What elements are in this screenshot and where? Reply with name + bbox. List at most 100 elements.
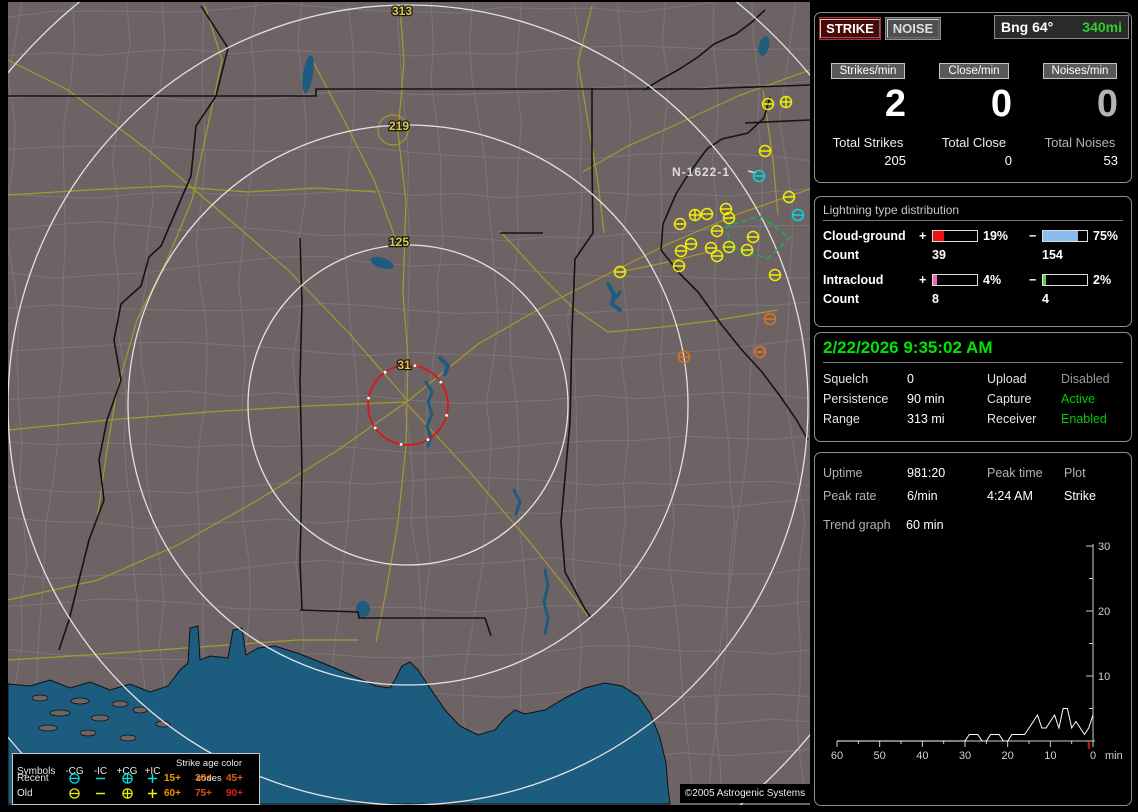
ic-minus-count: 4 bbox=[1042, 292, 1049, 306]
bearing-value: Bng 64° bbox=[1001, 19, 1054, 35]
uptime-label: Uptime bbox=[823, 465, 863, 480]
minus-sign: − bbox=[1029, 229, 1037, 243]
svg-text:0: 0 bbox=[1090, 750, 1096, 762]
cg-plus-bar bbox=[932, 230, 978, 242]
intracloud-row: Intracloud + 4% − 2% bbox=[823, 273, 1123, 287]
peak-rate-value: 6/min bbox=[907, 488, 938, 503]
age-code-60: 60+ bbox=[164, 788, 181, 799]
status-row-persistence: Persistence 90 min Capture Active bbox=[823, 389, 1123, 409]
trend-panel: Uptime 981:20 Peak time Plot Peak rate 6… bbox=[814, 452, 1132, 806]
total-strikes-value: 205 bbox=[884, 153, 906, 168]
strikes-per-min-value: 2 bbox=[884, 83, 906, 125]
storm-cell-label: N-1622-1 bbox=[672, 165, 730, 179]
noise-mode-button[interactable]: NOISE bbox=[885, 17, 941, 40]
cg-plus-count: 39 bbox=[932, 248, 946, 262]
legend-recent-row: Recent 15+ 30+ 45+ bbox=[17, 771, 255, 786]
noise-button-label: NOISE bbox=[886, 19, 940, 38]
ic-plus-bar bbox=[932, 274, 978, 286]
legend-old-label: Old bbox=[17, 788, 33, 799]
trend-graph-label: Trend graph bbox=[823, 518, 891, 532]
noises-per-min-value: 0 bbox=[1096, 83, 1118, 125]
ic-plus-count: 8 bbox=[932, 292, 939, 306]
minus-icon bbox=[88, 786, 113, 801]
ic-minus-pct: 2% bbox=[1093, 273, 1112, 287]
trend-window-row: Trend graph 60 min bbox=[823, 514, 1123, 536]
copyright-notice: ©2005 Astrogenic Systems bbox=[680, 784, 810, 803]
close-per-min-badge: Close/min bbox=[939, 63, 1009, 79]
session-row-2: Peak rate 6/min 4:24 AM Strike bbox=[823, 484, 1123, 507]
lightning-map[interactable]: N-1622-1 313 219 125 31 Symbols -CG -IC +CG… bbox=[8, 2, 810, 805]
counter-panel: STRIKE NOISE Bng 64° 340mi Strikes/min C… bbox=[814, 12, 1132, 183]
intracloud-count-row: Count 8 4 bbox=[823, 292, 1123, 306]
cg-minus-bar bbox=[1042, 230, 1088, 242]
status-row-range: Range 313 mi Receiver Enabled bbox=[823, 409, 1123, 429]
receiver-status: Enabled bbox=[1061, 412, 1107, 426]
svg-text:20: 20 bbox=[1098, 606, 1110, 618]
count-label: Count bbox=[823, 292, 860, 306]
distribution-panel: Lightning type distribution Cloud-ground… bbox=[814, 196, 1132, 327]
circle-minus-icon bbox=[61, 771, 88, 786]
divider bbox=[823, 362, 1123, 363]
svg-text:30: 30 bbox=[1098, 541, 1110, 553]
rate-values-row: 2 0 0 bbox=[815, 83, 1131, 125]
trend-window-value: 60 min bbox=[906, 518, 944, 532]
total-labels-row: Total Strikes Total Close Total Noises bbox=[815, 135, 1131, 150]
circle-plus-icon bbox=[113, 771, 141, 786]
ring-label-125: 125 bbox=[389, 235, 409, 249]
circle-minus-icon bbox=[61, 786, 88, 801]
system-datetime: 2/22/2026 9:35:02 AM bbox=[823, 338, 993, 357]
age-code-15: 15+ bbox=[164, 773, 181, 784]
legend-old-row: Old 60+ 75+ 90+ bbox=[17, 786, 255, 801]
total-close-label: Total Close bbox=[941, 135, 1007, 150]
ring-label-31: 31 bbox=[397, 358, 411, 372]
total-noises-value: 53 bbox=[1103, 153, 1118, 168]
session-row-1: Uptime 981:20 Peak time Plot bbox=[823, 461, 1123, 484]
svg-text:40: 40 bbox=[916, 750, 928, 762]
plot-value: Strike bbox=[1064, 488, 1096, 503]
capture-label: Capture bbox=[987, 392, 1032, 406]
ring-label-313: 313 bbox=[392, 4, 412, 18]
ic-plus-pct: 4% bbox=[983, 273, 1002, 287]
svg-text:10: 10 bbox=[1044, 750, 1056, 762]
cg-plus-strike-icon bbox=[688, 208, 702, 222]
svg-text:10: 10 bbox=[1098, 671, 1110, 683]
upload-label: Upload bbox=[987, 372, 1027, 386]
age-code-90: 90+ bbox=[226, 788, 243, 799]
squelch-value: 0 bbox=[907, 372, 914, 386]
age-code-30: 30+ bbox=[195, 773, 212, 784]
total-noises-label: Total Noises bbox=[1044, 135, 1116, 150]
age-code-75: 75+ bbox=[195, 788, 212, 799]
status-row-squelch: Squelch 0 Upload Disabled bbox=[823, 369, 1123, 389]
plus-sign: + bbox=[919, 229, 927, 243]
map-canvas: N-1622-1 313 219 125 31 bbox=[8, 2, 810, 805]
strikes-per-min-badge: Strikes/min bbox=[830, 63, 906, 79]
persistence-value: 90 min bbox=[907, 392, 945, 406]
cg-minus-pct: 75% bbox=[1093, 229, 1119, 243]
minus-icon bbox=[88, 771, 113, 786]
total-close-value: 0 bbox=[1004, 153, 1012, 168]
cloud-ground-row: Cloud-ground + 19% − 75% bbox=[823, 229, 1123, 243]
svg-text:60: 60 bbox=[831, 750, 843, 762]
squelch-label: Squelch bbox=[823, 372, 869, 386]
legend-recent-label: Recent bbox=[17, 773, 49, 784]
svg-text:50: 50 bbox=[874, 750, 886, 762]
count-label: Count bbox=[823, 248, 860, 262]
capture-status: Active bbox=[1061, 392, 1096, 406]
strike-mode-button[interactable]: STRIKE bbox=[819, 17, 881, 40]
symbol-legend: Symbols -CG -IC +CG +IC Strike age color… bbox=[12, 753, 260, 805]
svg-text:30: 30 bbox=[959, 750, 971, 762]
uptime-value: 981:20 bbox=[907, 465, 946, 480]
plus-icon bbox=[141, 771, 164, 786]
noises-per-min-badge: Noises/min bbox=[1042, 63, 1118, 79]
cg-plus-pct: 19% bbox=[983, 229, 1009, 243]
minus-sign: − bbox=[1029, 273, 1037, 287]
bearing-range-value: 340mi bbox=[1082, 19, 1122, 35]
cloud-ground-label: Cloud-ground bbox=[823, 229, 906, 243]
status-panel: 2/22/2026 9:35:02 AM Squelch 0 Upload Di… bbox=[814, 332, 1132, 442]
peak-rate-label: Peak rate bbox=[823, 488, 877, 503]
range-value: 313 mi bbox=[907, 412, 945, 426]
persistence-label: Persistence bbox=[823, 392, 889, 406]
range-label: Range bbox=[823, 412, 860, 426]
age-code-45: 45+ bbox=[226, 773, 243, 784]
svg-text:min: min bbox=[1105, 750, 1123, 762]
